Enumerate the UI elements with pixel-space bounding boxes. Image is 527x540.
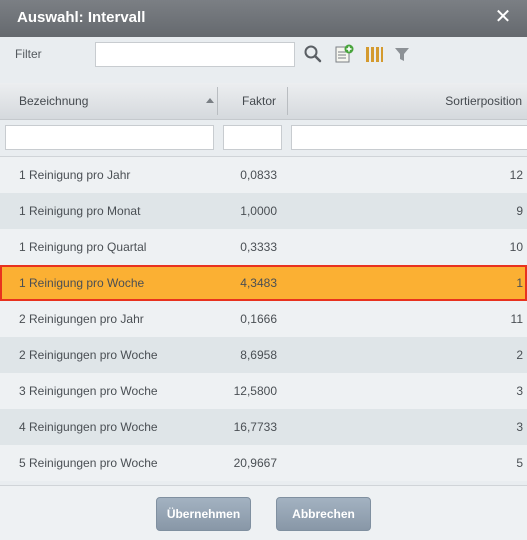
row-factor-cell: 0,1666 <box>240 312 277 326</box>
table-row[interactable]: 3 Reinigungen pro Woche 12,5800 3 <box>0 373 527 409</box>
row-sort-position-cell: 2 <box>516 348 523 362</box>
row-factor-cell: 8,6958 <box>240 348 277 362</box>
row-sort-position-cell: 11 <box>510 312 523 326</box>
table-row[interactable]: 5 Reinigungen pro Woche 20,9667 5 <box>0 445 527 481</box>
search-icon[interactable] <box>302 43 324 65</box>
row-factor-cell: 16,7733 <box>233 420 277 434</box>
row-name-cell: 4 Reinigungen pro Woche <box>19 420 158 434</box>
dialog-footer: Übernehmen Abbrechen <box>0 485 527 540</box>
row-sort-position-cell: 1 <box>516 276 523 290</box>
sort-position-column-filter[interactable] <box>291 125 527 150</box>
table-row[interactable]: 4 Reinigungen pro Woche 16,7733 3 <box>0 409 527 445</box>
column-filter-row <box>0 120 527 157</box>
table-header: Bezeichnung Faktor Sortierposition <box>0 83 527 120</box>
row-name-cell: 1 Reinigung pro Jahr <box>19 168 131 182</box>
row-factor-cell: 12,5800 <box>233 384 277 398</box>
row-sort-position-cell: 3 <box>516 420 523 434</box>
funnel-icon[interactable] <box>391 43 413 65</box>
row-name-cell: 1 Reinigung pro Woche <box>19 276 145 290</box>
filter-label: Filter <box>15 47 42 61</box>
row-factor-cell: 1,0000 <box>240 204 277 218</box>
row-name-cell: 1 Reinigung pro Quartal <box>19 240 147 254</box>
columns-icon[interactable] <box>363 43 385 65</box>
row-factor-cell: 0,0833 <box>240 168 277 182</box>
table-row[interactable]: 2 Reinigungen pro Jahr 0,1666 11 <box>0 301 527 337</box>
row-factor-cell: 20,9667 <box>233 456 277 470</box>
interval-selection-dialog: Auswahl: Intervall ✕ Filter Bezeichnung … <box>0 0 527 540</box>
dialog-title: Auswahl: Intervall <box>17 9 146 26</box>
column-divider <box>217 87 218 115</box>
table-row[interactable]: 1 Reinigung pro Quartal 0,3333 10 <box>0 229 527 265</box>
apply-button[interactable]: Übernehmen <box>156 497 251 531</box>
factor-column-filter[interactable] <box>223 125 282 150</box>
row-sort-position-cell: 3 <box>516 384 523 398</box>
table-row[interactable]: 1 Reinigung pro Woche 4,3483 1 <box>0 265 527 301</box>
column-header-sort-position[interactable]: Sortierposition <box>445 83 522 120</box>
row-factor-cell: 0,3333 <box>240 240 277 254</box>
row-name-cell: 1 Reinigung pro Monat <box>19 204 141 218</box>
row-name-cell: 5 Reinigungen pro Woche <box>19 456 158 470</box>
column-header-name[interactable]: Bezeichnung <box>19 83 88 120</box>
filter-input[interactable] <box>95 42 295 67</box>
add-filter-icon[interactable] <box>333 43 355 65</box>
row-name-cell: 3 Reinigungen pro Woche <box>19 384 158 398</box>
sort-ascending-icon <box>206 90 214 108</box>
row-factor-cell: 4,3483 <box>240 276 277 290</box>
close-icon[interactable]: ✕ <box>491 5 515 29</box>
column-header-factor[interactable]: Faktor <box>242 83 276 120</box>
table-row[interactable]: 1 Reinigung pro Jahr 0,0833 12 <box>0 157 527 193</box>
table-row[interactable]: 2 Reinigungen pro Woche 8,6958 2 <box>0 337 527 373</box>
row-sort-position-cell: 5 <box>516 456 523 470</box>
row-name-cell: 2 Reinigungen pro Jahr <box>19 312 144 326</box>
row-name-cell: 2 Reinigungen pro Woche <box>19 348 158 362</box>
row-sort-position-cell: 12 <box>509 168 523 182</box>
filter-toolbar: Filter <box>0 37 527 83</box>
name-column-filter[interactable] <box>5 125 214 150</box>
cancel-button[interactable]: Abbrechen <box>276 497 371 531</box>
row-sort-position-cell: 10 <box>509 240 523 254</box>
dialog-titlebar: Auswahl: Intervall ✕ <box>0 0 527 37</box>
table-row[interactable]: 1 Reinigung pro Monat 1,0000 9 <box>0 193 527 229</box>
column-divider <box>287 87 288 115</box>
row-sort-position-cell: 9 <box>516 204 523 218</box>
